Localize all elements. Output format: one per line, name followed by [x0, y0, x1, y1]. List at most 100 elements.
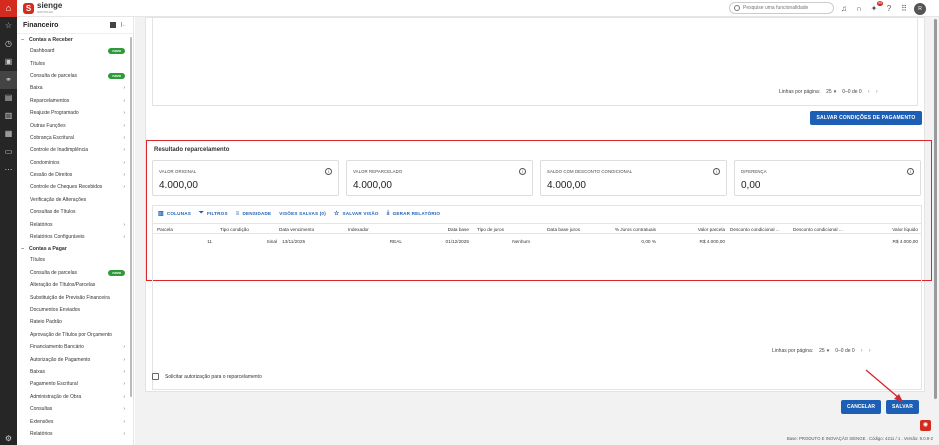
sidebar-item[interactable]: Dashboard novo: [17, 45, 133, 57]
prev-page-icon[interactable]: ‹: [868, 89, 870, 95]
sidebar-item[interactable]: Condomínios ›: [17, 157, 133, 169]
save-payment-conditions-button[interactable]: SALVAR CONDIÇÕES DE PAGAMENTO: [810, 111, 922, 125]
sidebar-item[interactable]: Substituição de Previsão Financeira: [17, 291, 133, 303]
col-header[interactable]: Parcela: [157, 227, 173, 232]
camera-icon[interactable]: ◉: [920, 420, 931, 431]
finance-icon[interactable]: ⚭: [0, 71, 17, 89]
info-icon[interactable]: i: [907, 168, 914, 175]
next-page-icon[interactable]: ›: [869, 348, 871, 354]
brand-logo[interactable]: S sienge SOFTPLAN: [23, 2, 62, 14]
more-icon[interactable]: ⋯: [0, 161, 17, 179]
save-view-button[interactable]: ☆ SALVAR VISÃO: [334, 210, 379, 217]
col-header[interactable]: Indexador: [348, 227, 369, 232]
sidebar-item[interactable]: Controle de Cheques Recebidos ›: [17, 181, 133, 193]
box-icon[interactable]: ▣: [0, 53, 17, 71]
authorization-option[interactable]: Solicitar autorização para o reparcelame…: [152, 373, 262, 380]
info-icon[interactable]: i: [519, 168, 526, 175]
sidebar-item[interactable]: Reajuste Programado ›: [17, 107, 133, 119]
bell-icon[interactable]: ♫: [839, 4, 849, 14]
sidebar-scrollbar[interactable]: [130, 37, 132, 397]
sienge-logo-icon: S: [23, 2, 34, 14]
sidebar-item[interactable]: Administração de Obra ›: [17, 391, 133, 403]
gear-icon[interactable]: ⚙: [0, 434, 17, 443]
col-header[interactable]: Tipo condição: [220, 227, 249, 232]
sidebar-item[interactable]: Documentos Enviados: [17, 304, 133, 316]
cancel-button[interactable]: CANCELAR: [841, 400, 881, 414]
star-icon[interactable]: ☆: [0, 17, 17, 35]
home-icon[interactable]: ⌂: [0, 0, 17, 17]
sidebar-item[interactable]: Autorização de Pagamento ›: [17, 353, 133, 365]
cell-juros: 0,00 %: [641, 239, 656, 244]
headset-icon[interactable]: ∩: [854, 4, 864, 14]
chevron-right-icon: ›: [123, 184, 125, 191]
rows-per-page-select[interactable]: 25 ▾: [819, 348, 829, 354]
clock-icon[interactable]: ◷: [0, 35, 17, 53]
sidebar-item[interactable]: Consulta de parcelas novo: [17, 70, 133, 82]
sidebar-item[interactable]: Outras Funções ›: [17, 119, 133, 131]
search-box[interactable]: [729, 2, 834, 14]
layout-icon[interactable]: [109, 22, 116, 28]
rows-per-page-select[interactable]: 25 ▾: [826, 89, 836, 95]
apps-grid-icon[interactable]: ⠿: [899, 4, 909, 14]
col-header[interactable]: Data vencimento: [279, 227, 314, 232]
next-page-icon[interactable]: ›: [876, 89, 878, 95]
sidebar-item[interactable]: Baixas ›: [17, 366, 133, 378]
document-icon[interactable]: ▤: [0, 89, 17, 107]
col-header[interactable]: Data base juros: [547, 227, 580, 232]
new-badge: novo: [108, 72, 125, 79]
sidebar-item[interactable]: Cessão de Direitos ›: [17, 169, 133, 181]
col-header[interactable]: Valor líquido: [892, 227, 918, 232]
sidebar-item[interactable]: Relatórios Configuráveis ›: [17, 231, 133, 243]
building-icon[interactable]: ▦: [0, 125, 17, 143]
sidebar-item[interactable]: Financiamento Bancário ›: [17, 341, 133, 353]
clipboard-icon[interactable]: ▥: [0, 107, 17, 125]
authorization-checkbox[interactable]: [152, 373, 159, 380]
grid-toolbar: ▥ COLUNAS ⏷ FILTROS ≡ DENSIDADE VISÕES SALV…: [158, 210, 440, 217]
col-header[interactable]: Desconto condicional ...: [730, 227, 780, 232]
save-button[interactable]: SALVAR: [886, 400, 919, 414]
sidebar-item[interactable]: Consultas de Títulos: [17, 206, 133, 218]
sidebar-item[interactable]: Títulos: [17, 254, 133, 266]
sidebar-item[interactable]: Reparcelamentos ›: [17, 95, 133, 107]
sidebar-item[interactable]: Cobrança Escritural ›: [17, 132, 133, 144]
page-scrollbar[interactable]: [934, 19, 937, 399]
sidebar-item[interactable]: Aprovação de Títulos por Orçamento: [17, 329, 133, 341]
sidebar-section[interactable]: − Contas a Receber: [17, 34, 133, 45]
sidebar-item[interactable]: Controle de Inadimplência ›: [17, 144, 133, 156]
density-button[interactable]: ≡ DENSIDADE: [236, 211, 272, 217]
sidebar-item[interactable]: Relatórios ›: [17, 218, 133, 230]
chevron-right-icon: ›: [123, 110, 125, 117]
table-row[interactable]: 11 Sinal 13/11/2025 REAL 01/12/2025 Nenh…: [152, 235, 922, 248]
sidebar-item[interactable]: Verificação de Alterações: [17, 194, 133, 206]
reparcelamento-card: Linhas por página: 25 ▾ 0–0 de 0 ‹ › SALV…: [145, 17, 932, 392]
sidebar-item[interactable]: Consultas ›: [17, 403, 133, 415]
sidebar-item[interactable]: Consulta de parcelas novo: [17, 267, 133, 279]
col-header[interactable]: Tipo de juros: [477, 227, 504, 232]
info-icon[interactable]: i: [713, 168, 720, 175]
filters-button[interactable]: ⏷ FILTROS: [199, 210, 228, 217]
avatar[interactable]: R: [914, 3, 926, 15]
gift-icon[interactable]: ✦ 99: [869, 1, 883, 14]
sidebar-section[interactable]: − Contas a Pagar: [17, 243, 133, 254]
col-header[interactable]: Desconto condicional ...: [793, 227, 843, 232]
saved-views-button[interactable]: VISÕES SALVAS (0): [279, 211, 326, 216]
sidebar-item[interactable]: Relatórios ›: [17, 428, 133, 440]
generate-report-button[interactable]: ⤓ GERAR RELATÓRIO: [387, 210, 440, 217]
sidebar-item[interactable]: Baixa ›: [17, 82, 133, 94]
sidebar-item[interactable]: Extensões ›: [17, 415, 133, 427]
sidebar-item[interactable]: Rateio Padrão: [17, 316, 133, 328]
sidebar-item[interactable]: Títulos: [17, 57, 133, 69]
monitor-icon[interactable]: ▭: [0, 143, 17, 161]
col-header[interactable]: Data base: [448, 227, 469, 232]
sidebar-item[interactable]: Pagamento Escritural ›: [17, 378, 133, 390]
help-icon[interactable]: ?: [884, 4, 894, 14]
info-icon[interactable]: i: [325, 168, 332, 175]
prev-page-icon[interactable]: ‹: [861, 348, 863, 354]
sidebar-item-label: Controle de Cheques Recebidos: [30, 184, 103, 191]
collapse-sidebar-icon[interactable]: |←: [121, 22, 127, 28]
col-header[interactable]: Valor parcela: [698, 227, 725, 232]
col-header[interactable]: % Juros contratuais: [615, 227, 656, 232]
columns-button[interactable]: ▥ COLUNAS: [158, 210, 191, 217]
sidebar-item[interactable]: Alteração de Títulos/Parcelas: [17, 279, 133, 291]
search-input[interactable]: [743, 5, 833, 11]
